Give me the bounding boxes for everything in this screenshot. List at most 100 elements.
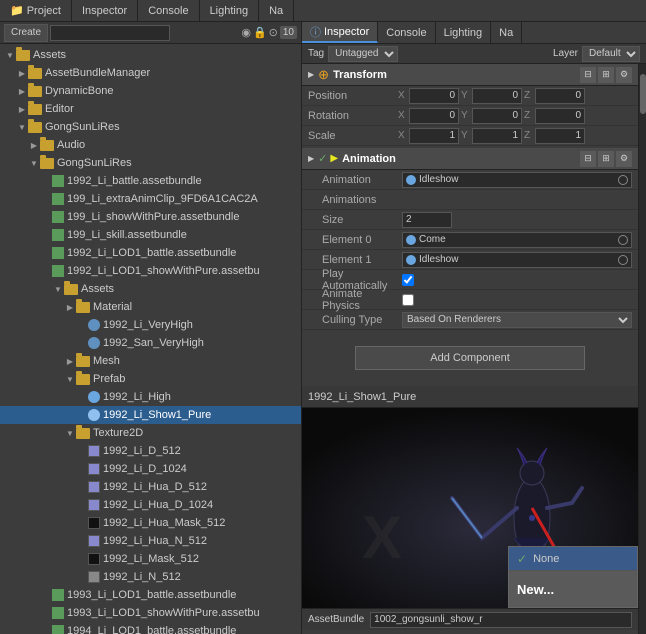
tree-item-prefab[interactable]: Prefab bbox=[0, 370, 301, 388]
scale-z-input[interactable] bbox=[535, 128, 585, 144]
element1-label: Element 1 bbox=[322, 254, 402, 266]
tab-lighting[interactable]: Lighting bbox=[436, 22, 492, 43]
element0-ref[interactable]: Come bbox=[402, 232, 632, 248]
tree-item-f1[interactable]: 1992_Li_battle.assetbundle bbox=[0, 172, 301, 190]
e0-ref-circle[interactable] bbox=[618, 235, 628, 245]
e1-ref-circle[interactable] bbox=[618, 255, 628, 265]
arrow-audio bbox=[28, 139, 40, 151]
tree-item-assets[interactable]: Assets bbox=[0, 46, 301, 64]
tab-console-top[interactable]: Console bbox=[138, 0, 199, 22]
icon-eyedropper[interactable]: ◉ bbox=[241, 26, 251, 39]
tree-item-f2[interactable]: 199_Li_extraAnimClip_9FD6A1CAC2A bbox=[0, 190, 301, 208]
e1-ref-text: Idleshow bbox=[419, 254, 458, 265]
inspector-scrollbar[interactable] bbox=[638, 64, 646, 634]
anim-check[interactable]: ✓ bbox=[318, 152, 327, 165]
tree-item-texture2d[interactable]: Texture2D bbox=[0, 424, 301, 442]
position-y-input[interactable] bbox=[472, 88, 522, 104]
tree-item-f6[interactable]: 1992_Li_LOD1_showWithPure.assetbu bbox=[0, 262, 301, 280]
t4-label: 1992_Li_Hua_D_1024 bbox=[103, 499, 213, 511]
anim-btn1[interactable]: ⊟ bbox=[580, 151, 596, 167]
tree-item-editor[interactable]: Editor bbox=[0, 100, 301, 118]
tree-item-assets-sub[interactable]: Assets bbox=[0, 280, 301, 298]
tree-item-t3[interactable]: 1992_Li_Hua_D_512 bbox=[0, 478, 301, 496]
tag-select[interactable]: Untagged bbox=[328, 46, 398, 62]
tree-item-t7[interactable]: 1992_Li_Mask_512 bbox=[0, 550, 301, 568]
tab-console[interactable]: Console bbox=[378, 22, 435, 43]
dropdown-item-new[interactable]: New... bbox=[509, 571, 637, 607]
icon-dot[interactable]: ⊙ bbox=[269, 26, 278, 39]
size-input[interactable] bbox=[402, 212, 452, 228]
tree-item-f8[interactable]: 1993_Li_LOD1_showWithPure.assetbu bbox=[0, 604, 301, 622]
layer-select[interactable]: Default bbox=[582, 46, 640, 62]
anim-ref-circle[interactable] bbox=[618, 175, 628, 185]
tree-item-t8[interactable]: 1992_Li_N_512 bbox=[0, 568, 301, 586]
rotation-x-input[interactable] bbox=[409, 108, 459, 124]
dropdown-item-none[interactable]: ✓ None bbox=[509, 547, 637, 571]
transform-btn2[interactable]: ⊞ bbox=[598, 67, 614, 83]
prefab-icon-p2 bbox=[88, 409, 100, 421]
anim-btn2[interactable]: ⊞ bbox=[598, 151, 614, 167]
tree-item-f7[interactable]: 1993_Li_LOD1_battle.assetbundle bbox=[0, 586, 301, 604]
tree-item-dynamicbone[interactable]: DynamicBone bbox=[0, 82, 301, 100]
check-icon-none: ✓ bbox=[517, 552, 527, 566]
ab-icon-f8 bbox=[52, 607, 64, 619]
add-component-button[interactable]: Add Component bbox=[355, 346, 585, 370]
position-x-input[interactable] bbox=[409, 88, 459, 104]
rotation-x-field: X bbox=[398, 108, 459, 124]
scale-label: Scale bbox=[308, 130, 398, 142]
scene-view[interactable]: X ✓ None New... bbox=[302, 408, 638, 608]
tab-na-top[interactable]: Na bbox=[259, 0, 294, 22]
position-z-input[interactable] bbox=[535, 88, 585, 104]
animation-title: Animation bbox=[342, 153, 396, 165]
tree-item-t5[interactable]: 1992_Li_Hua_Mask_512 bbox=[0, 514, 301, 532]
tree-item-f5[interactable]: 1992_Li_LOD1_battle.assetbundle bbox=[0, 244, 301, 262]
tree-item-p2[interactable]: 1992_Li_Show1_Pure bbox=[0, 406, 301, 424]
folder-icon-assets bbox=[16, 50, 30, 61]
tree-item-gsl2[interactable]: GongSunLiRes bbox=[0, 154, 301, 172]
tree-item-t6[interactable]: 1992_Li_Hua_N_512 bbox=[0, 532, 301, 550]
icon-lock[interactable]: 🔒 bbox=[253, 26, 267, 39]
tab-na[interactable]: Na bbox=[491, 22, 522, 43]
animation-header[interactable]: ▶ ✓ ▶ Animation ⊟ ⊞ ⚙ bbox=[302, 148, 638, 170]
rotation-z-input[interactable] bbox=[535, 108, 585, 124]
tree-item-f3[interactable]: 199_Li_showWithPure.assetbundle bbox=[0, 208, 301, 226]
tree-item-gsl[interactable]: GongSunLiRes bbox=[0, 118, 301, 136]
create-button[interactable]: Create bbox=[4, 24, 48, 42]
element1-ref[interactable]: Idleshow bbox=[402, 252, 632, 268]
culling-select[interactable]: Based On Renderers bbox=[402, 312, 632, 328]
tree-item-p1[interactable]: 1992_Li_High bbox=[0, 388, 301, 406]
rotation-fields: X Y Z bbox=[398, 108, 632, 124]
animate-physics-checkbox[interactable] bbox=[402, 294, 414, 306]
tab-inspector-top[interactable]: Inspector bbox=[72, 0, 138, 22]
ab-value-input[interactable] bbox=[370, 612, 632, 628]
tree-item-m1[interactable]: 1992_Li_VeryHigh bbox=[0, 316, 301, 334]
scale-y-input[interactable] bbox=[472, 128, 522, 144]
scrollbar-thumb[interactable] bbox=[640, 74, 646, 114]
tree-item-f9[interactable]: 1994_Li_LOD1_battle.assetbundle bbox=[0, 622, 301, 634]
transform-btn3[interactable]: ⚙ bbox=[616, 67, 632, 83]
scale-x-input[interactable] bbox=[409, 128, 459, 144]
play-auto-checkbox[interactable] bbox=[402, 274, 414, 286]
tree-item-t1[interactable]: 1992_Li_D_512 bbox=[0, 442, 301, 460]
rotation-y-input[interactable] bbox=[472, 108, 522, 124]
transform-header[interactable]: ▶ ⊕ Transform ⊟ ⊞ ⚙ bbox=[302, 64, 638, 86]
tab-project[interactable]: 📁 Project bbox=[0, 0, 72, 22]
scale-row: Scale X Y Z bbox=[302, 126, 638, 146]
inspector-tab-bar: ⓘ Inspector Console Lighting Na bbox=[302, 22, 646, 44]
search-input[interactable] bbox=[50, 25, 170, 41]
tree-item-material[interactable]: Material bbox=[0, 298, 301, 316]
tab-inspector[interactable]: ⓘ Inspector bbox=[302, 22, 378, 43]
tree-item-assetbundlemanager[interactable]: AssetBundleManager bbox=[0, 64, 301, 82]
tab-lighting-top[interactable]: Lighting bbox=[200, 0, 260, 22]
tree-item-mesh[interactable]: Mesh bbox=[0, 352, 301, 370]
material-label: Material bbox=[93, 301, 132, 313]
anim-btn3[interactable]: ⚙ bbox=[616, 151, 632, 167]
transform-btn1[interactable]: ⊟ bbox=[580, 67, 596, 83]
assets-tree[interactable]: Assets AssetBundleManager DynamicBone Ed… bbox=[0, 44, 301, 634]
tree-item-audio[interactable]: Audio bbox=[0, 136, 301, 154]
tree-item-t4[interactable]: 1992_Li_Hua_D_1024 bbox=[0, 496, 301, 514]
tree-item-f4[interactable]: 199_Li_skill.assetbundle bbox=[0, 226, 301, 244]
tree-item-t2[interactable]: 1992_Li_D_1024 bbox=[0, 460, 301, 478]
tree-item-m2[interactable]: 1992_San_VeryHigh bbox=[0, 334, 301, 352]
animation-object-ref[interactable]: Idleshow bbox=[402, 172, 632, 188]
